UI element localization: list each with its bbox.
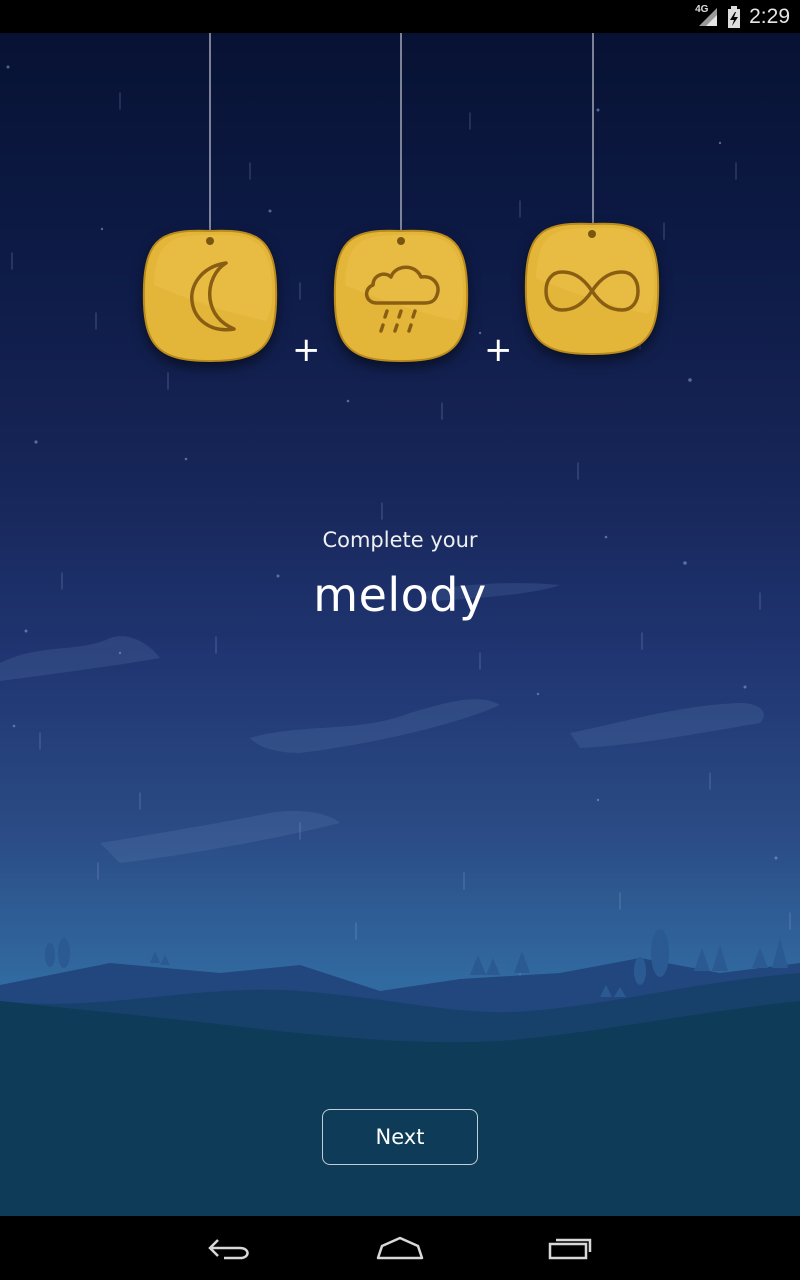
battery-charging-icon <box>728 5 741 28</box>
moon-icon <box>190 261 236 332</box>
infinity-tag[interactable] <box>522 218 662 358</box>
infinity-icon <box>544 270 640 312</box>
tag-string <box>592 33 594 225</box>
subtitle: Complete your <box>322 528 478 552</box>
tag-string <box>209 33 211 231</box>
plus-separator: + <box>292 330 321 370</box>
tag-string <box>400 33 402 231</box>
signal-icon: 4G <box>695 4 719 28</box>
page-title: melody <box>313 568 487 622</box>
recents-icon[interactable] <box>546 1234 594 1262</box>
status-bar: 4G 2:29 <box>0 0 800 33</box>
rain-cloud-tag[interactable] <box>331 225 471 365</box>
next-button[interactable]: Next <box>322 1109 478 1165</box>
night-sky-scene: + + Complete your melody Next <box>0 33 800 1216</box>
navigation-bar <box>0 1216 800 1280</box>
moon-tag[interactable] <box>140 225 280 365</box>
home-icon[interactable] <box>374 1234 426 1262</box>
plus-separator: + <box>484 330 513 370</box>
rain-cloud-icon <box>364 265 440 333</box>
clock: 2:29 <box>749 4 790 28</box>
back-icon[interactable] <box>206 1234 254 1262</box>
